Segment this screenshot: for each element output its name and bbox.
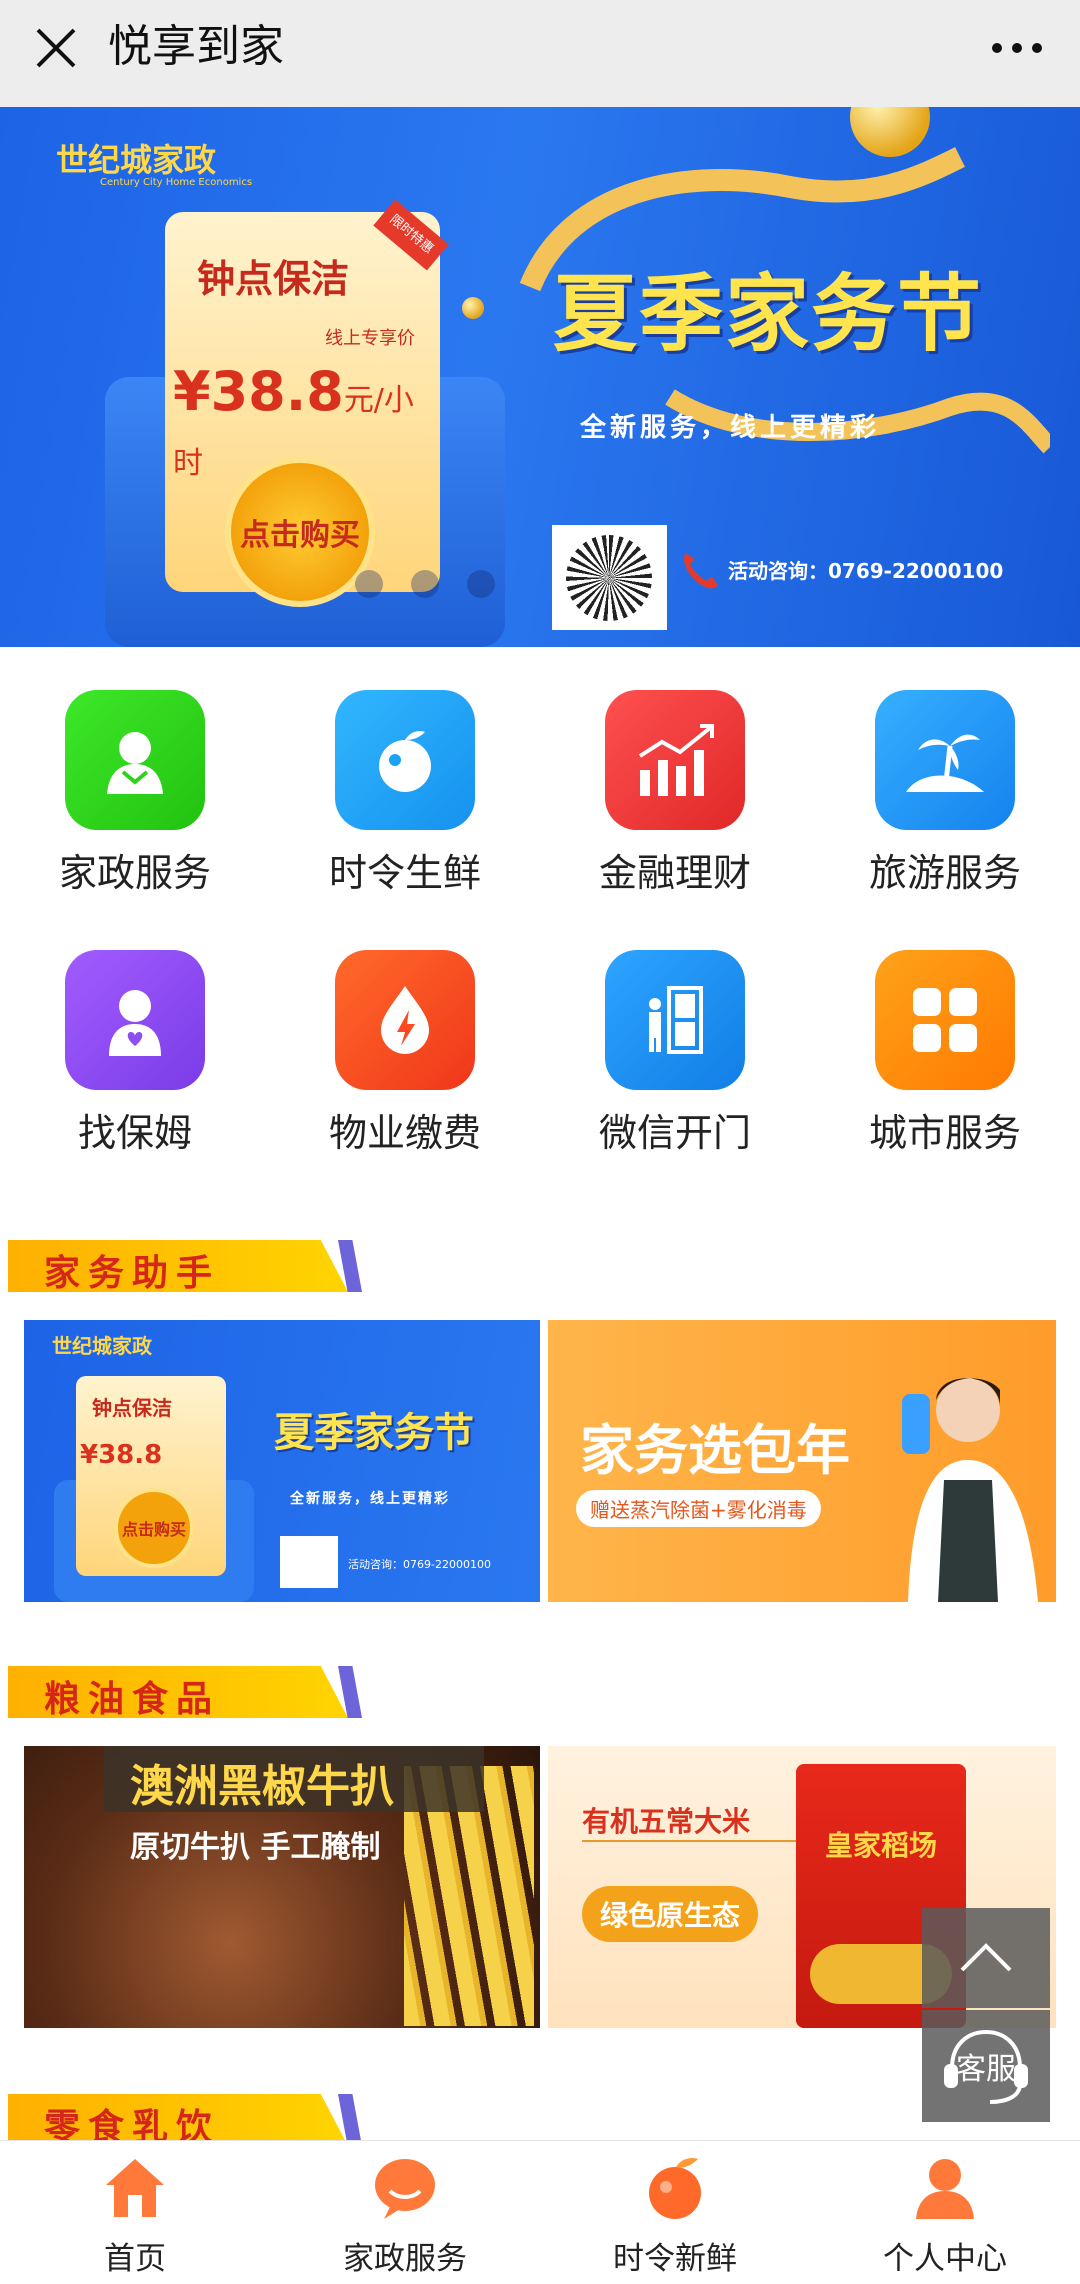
grid-icon: [875, 950, 1015, 1090]
banner-slogan: 全新服务，线上更精彩: [580, 413, 881, 443]
tile-slogan: 全新服务，线上更精彩: [290, 1491, 450, 1507]
person-icon: [916, 2159, 974, 2219]
promo-banner[interactable]: 世纪城家政 Century City Home Economics 限时特惠 钟…: [0, 107, 1080, 647]
mini-price-card: 钟点保洁 ¥38.8 点击购买: [76, 1376, 226, 1576]
qr-code: [280, 1536, 338, 1588]
carousel-dot[interactable]: [467, 570, 495, 598]
card-subtitle: 线上专享价: [325, 328, 415, 349]
nav-label: 首页: [104, 2241, 166, 2277]
gold-ball-decoration: [462, 297, 484, 319]
tile-subtitle: 绿色原生态: [582, 1886, 759, 1942]
menu-label: 物业缴费: [328, 1111, 481, 1155]
nav-home[interactable]: 首页: [0, 2141, 270, 2284]
housework-promo-tile[interactable]: 世纪城家政 钟点保洁 ¥38.8 点击购买 夏季家务节 全新服务，线上更精彩 活…: [24, 1320, 540, 1602]
menu-item-fresh[interactable]: 时令生鲜: [270, 690, 540, 895]
chart-icon: [605, 690, 745, 830]
close-icon[interactable]: [28, 20, 84, 76]
nav-label: 时令新鲜: [613, 2241, 737, 2277]
chat-bubble-icon: [375, 2159, 435, 2219]
card-price: ¥38.8: [80, 1440, 163, 1470]
contact-info: 活动咨询：0769-22000100: [728, 559, 1004, 583]
bottom-navigation: 首页 家政服务 时令新鲜 个人中心: [0, 2140, 1080, 2283]
buy-now-button[interactable]: 点击购买: [114, 1488, 194, 1568]
menu-label: 时令生鲜: [328, 851, 481, 895]
buy-now-button[interactable]: 点击购买: [225, 457, 375, 607]
palm-island-icon: [875, 690, 1015, 830]
tile-title: 家务选包年: [580, 1419, 850, 1482]
carousel-dot[interactable]: [411, 570, 439, 598]
menu-label: 找保姆: [77, 1111, 192, 1155]
nav-housekeeping[interactable]: 家政服务: [270, 2141, 540, 2284]
section-title: 粮油食品: [44, 1679, 221, 1720]
section-title: 家务助手: [44, 1253, 221, 1294]
top-bar: 悦享到家: [0, 0, 1080, 107]
steak-product-tile[interactable]: 澳洲黑椒牛扒 原切牛扒 手工腌制: [24, 1746, 540, 2028]
menu-item-travel[interactable]: 旅游服务: [810, 690, 1080, 895]
menu-label: 金融理财: [598, 851, 751, 895]
price-card: 限时特惠 钟点保洁 线上专享价 ¥38.8元/小时 点击购买: [165, 199, 449, 607]
nanny-icon: [65, 950, 205, 1090]
menu-item-nanny[interactable]: 找保姆: [0, 950, 270, 1155]
peach-icon: [649, 2157, 701, 2219]
nav-label: 个人中心: [883, 2241, 1007, 2277]
door-icon: [605, 950, 745, 1090]
menu-label: 家政服务: [58, 851, 211, 895]
cleaner-figure: [902, 1378, 1038, 1602]
tile-subtitle: 原切牛扒 手工腌制: [130, 1830, 381, 1865]
page-title: 悦享到家: [108, 21, 284, 72]
menu-label: 城市服务: [868, 1111, 1021, 1155]
customer-service-button[interactable]: 客服: [922, 2010, 1050, 2122]
nav-fresh[interactable]: 时令新鲜: [540, 2141, 810, 2284]
chevron-up-icon: [960, 1943, 1012, 1972]
menu-label: 微信开门: [598, 1111, 751, 1155]
housekeeper-icon: [65, 690, 205, 830]
card-title: 钟点保洁: [197, 257, 350, 301]
qr-code: [552, 525, 667, 630]
card-title: 钟点保洁: [92, 1396, 172, 1420]
nav-profile[interactable]: 个人中心: [810, 2141, 1080, 2284]
section-header-grain: 粮油食品: [8, 1666, 364, 1720]
carousel-dots: [355, 570, 495, 598]
menu-label: 旅游服务: [868, 851, 1021, 895]
menu-item-property-fee[interactable]: 物业缴费: [270, 950, 540, 1155]
tile-title: 澳洲黑椒牛扒: [130, 1761, 394, 1812]
annual-housework-tile[interactable]: 家务选包年 赠送蒸汽除菌+雾化消毒: [548, 1320, 1056, 1602]
customer-service-label: 客服: [956, 2052, 1016, 2087]
nav-label: 家政服务: [343, 2241, 467, 2277]
tile-title: 有机五常大米: [582, 1805, 751, 1838]
carousel-dot[interactable]: [355, 570, 383, 598]
brand-logo: 世纪城家政: [56, 141, 217, 179]
tile-headline: 夏季家务节: [274, 1410, 474, 1456]
menu-item-housekeeping[interactable]: 家政服务: [0, 690, 270, 895]
section-header-snacks: 零食乳饮: [8, 2094, 364, 2148]
menu-item-city-service[interactable]: 城市服务: [810, 950, 1080, 1155]
rice-brand: 皇家稻场: [824, 1829, 937, 1862]
fruit-icon: [335, 690, 475, 830]
home-icon: [106, 2159, 164, 2217]
flame-drop-icon: [335, 950, 475, 1090]
scroll-top-button[interactable]: [922, 1908, 1050, 2008]
discount-tag: 限时特惠: [373, 199, 449, 271]
section-header-housework: 家务助手: [8, 1240, 364, 1294]
phone-icon: [684, 553, 718, 589]
menu-item-finance[interactable]: 金融理财: [540, 690, 810, 895]
brand-subtitle: Century City Home Economics: [100, 177, 253, 188]
brand-logo: 世纪城家政: [52, 1334, 152, 1358]
tile-subtitle: 赠送蒸汽除菌+雾化消毒: [576, 1490, 821, 1527]
tile-contact: 活动咨询：0769-22000100: [348, 1558, 491, 1571]
menu-item-wechat-door[interactable]: 微信开门: [540, 950, 810, 1155]
banner-headline: 夏季家务节: [553, 265, 984, 363]
more-options-icon[interactable]: [982, 20, 1052, 76]
price-value: ¥38.8: [173, 360, 344, 423]
